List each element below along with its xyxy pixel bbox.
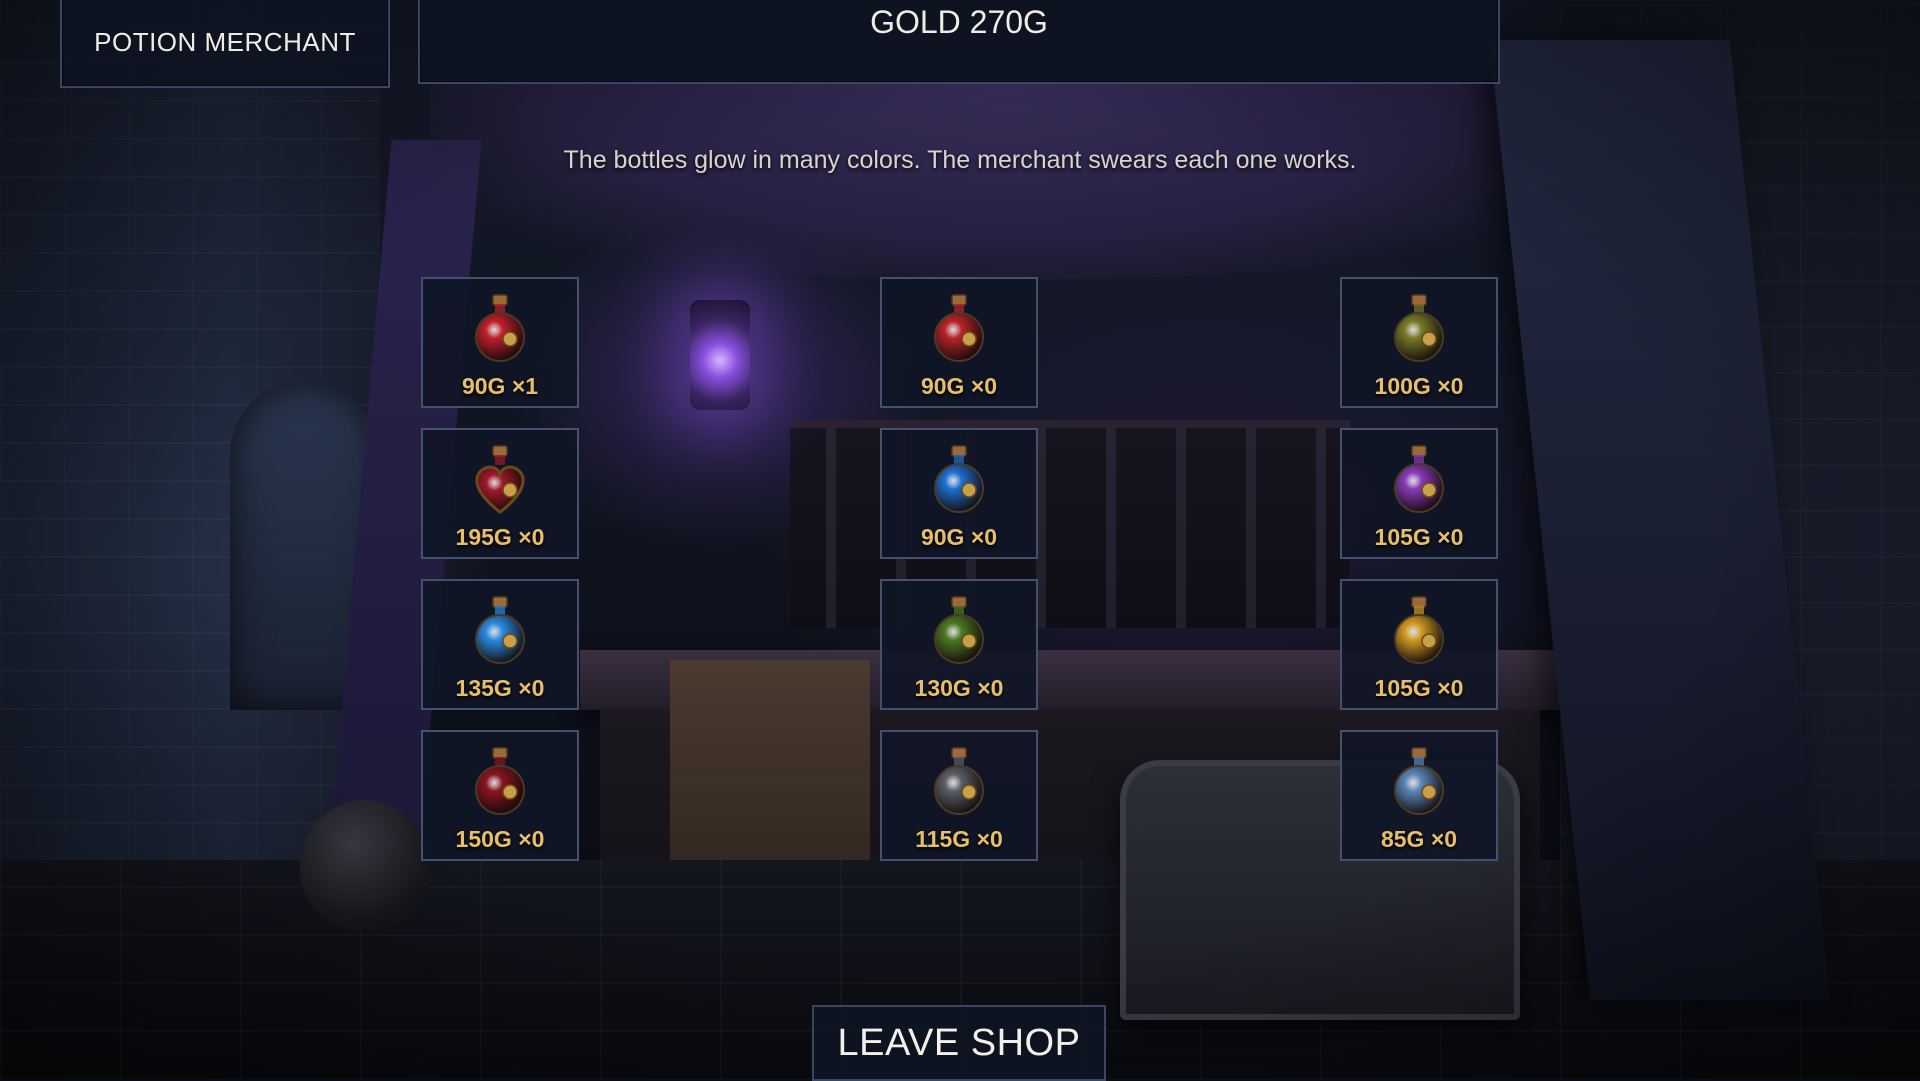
iron-shield-potion-icon [934,747,984,815]
red-health-potion-icon [475,294,525,362]
item-price-qty: 105G ×0 [1374,524,1464,550]
shop-item-slot[interactable]: 130G ×0 [880,579,1038,710]
green-clover-potion-icon [934,596,984,664]
gold-star-potion-icon [1394,596,1444,664]
pale-blue-potion-icon [1394,747,1444,815]
red-shield-potion-icon [934,294,984,362]
shop-item-slot[interactable]: 135G ×0 [421,579,579,710]
item-price-qty: 115G ×0 [915,826,1003,852]
shop-item-slot[interactable]: 90G ×0 [880,428,1038,559]
item-price-qty: 135G ×0 [455,675,545,701]
olive-skull-potion-icon [1394,294,1444,362]
shop-item-slot[interactable]: 90G ×1 [421,277,579,408]
heart-potion-icon [475,445,525,514]
item-price-qty: 150G ×0 [455,826,545,852]
item-price-qty: 130G ×0 [914,675,1004,701]
shop-item-slot[interactable]: 100G ×0 [1340,277,1498,408]
dark-red-potion-icon [475,747,525,815]
blue-shield-potion-icon [934,445,984,513]
shop-item-slot[interactable]: 150G ×0 [421,730,579,861]
item-price-qty: 100G ×0 [1374,373,1464,399]
item-price-qty: 90G ×1 [461,373,539,399]
item-price-qty: 85G ×0 [1380,826,1458,852]
shop-item-slot[interactable]: 90G ×0 [880,277,1038,408]
item-price-qty: 105G ×0 [1374,675,1464,701]
gold-amount: GOLD 270G [870,4,1048,40]
shop-item-slot[interactable]: 195G ×0 [421,428,579,559]
item-price-qty: 195G ×0 [455,524,545,550]
gold-panel: GOLD 270G [418,0,1500,84]
shop-item-slot[interactable]: 85G ×0 [1340,730,1498,861]
leave-shop-button[interactable]: LEAVE SHOP [812,1005,1106,1081]
shop-title-panel: POTION MERCHANT [60,0,390,88]
item-price-qty: 90G ×0 [920,373,998,399]
shop-item-slot[interactable]: 115G ×0 [880,730,1038,861]
shop-item-slot[interactable]: 105G ×0 [1340,579,1498,710]
item-price-qty: 90G ×0 [920,524,998,550]
shop-item-slot[interactable]: 105G ×0 [1340,428,1498,559]
shop-title: POTION MERCHANT [94,26,356,57]
swirl-potion-icon [475,596,525,664]
flavor-text: The bottles glow in many colors. The mer… [563,146,1357,174]
purple-cross-potion-icon [1394,445,1444,513]
